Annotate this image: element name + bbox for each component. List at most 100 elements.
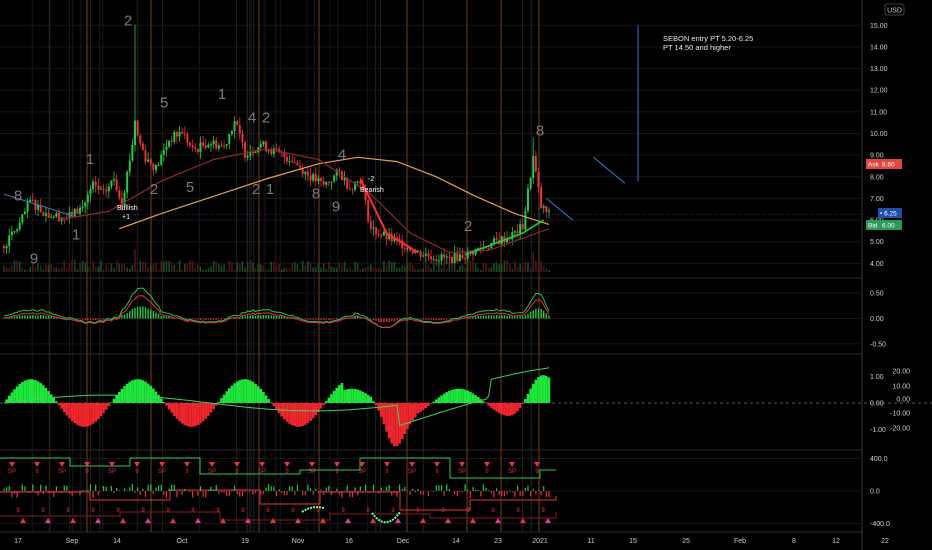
price-tick-label: 11.00 [870, 109, 887, 116]
osc2-histogram-bar [366, 394, 370, 403]
signal-histogram-bar [354, 487, 356, 491]
candle-body [147, 159, 150, 162]
candle-body [37, 205, 40, 210]
price-tick-label: 8.00 [870, 174, 884, 181]
volume-bar [459, 265, 461, 272]
osc2-histogram-bar [175, 403, 179, 419]
candle-body [445, 256, 448, 258]
osc1-histogram-bar [427, 318, 430, 320]
td-count-top: 1 [86, 151, 94, 168]
osc1-histogram-bar [265, 315, 267, 319]
candle-body [128, 160, 131, 172]
volume-bar [142, 261, 144, 272]
candle-body [440, 254, 443, 261]
osc2-histogram-bar [123, 386, 126, 403]
osc1-histogram-bar [474, 316, 477, 319]
osc2-right-tick-label: 0.00 [896, 397, 910, 404]
osc2-histogram-bar [62, 403, 66, 413]
candle-body [545, 206, 548, 212]
signal-histogram-bar [401, 488, 403, 491]
candle-body [97, 185, 100, 190]
osc2-histogram-bar [445, 392, 449, 403]
signal-histogram-bar [296, 484, 299, 491]
candle-body [427, 253, 430, 257]
osc1-histogram-bar [252, 315, 254, 319]
signal-marker-text: SP [458, 469, 466, 475]
volume-bar [414, 268, 417, 272]
signal-histogram-bar [265, 487, 267, 491]
td-count-bottom: 1 [72, 227, 80, 244]
volume-bar [482, 262, 485, 272]
signal-histogram-bar [357, 491, 359, 496]
candle-body [3, 246, 5, 249]
bearish-label: Bearish [360, 187, 384, 194]
chart-canvas[interactable]: 812514 248912 5 2 1 892 SP999SP999SP999SP999S… [0, 0, 932, 550]
osc2-histogram-bar [285, 403, 289, 422]
candle-body [165, 146, 168, 151]
signal-histogram-bar [469, 491, 471, 498]
osc1-histogram-bar [498, 315, 500, 319]
signal-histogram-bar [197, 491, 199, 496]
time-tick-label: 12 [832, 538, 840, 545]
osc1-histogram-bar [32, 314, 34, 319]
candle-body [204, 145, 207, 148]
candle-body [424, 253, 427, 256]
osc2-histogram-bar [110, 402, 113, 403]
candle-body [173, 132, 176, 142]
bearish-sub: -2 [368, 176, 374, 183]
signal-histogram-bar [543, 486, 545, 491]
candle-body [94, 181, 97, 186]
osc2-histogram-bar [173, 403, 176, 416]
osc2-left-tick-label: 0.00 [870, 401, 884, 408]
osc1-histogram-bar [215, 318, 217, 320]
osc2-histogram-bar [537, 376, 540, 403]
volume-bar [532, 252, 535, 272]
candle-body [8, 235, 11, 247]
osc1-histogram-bar [19, 315, 21, 319]
signal-histogram-bar [524, 488, 526, 491]
volume-bar [375, 268, 377, 272]
td-count-top: 2 [124, 12, 132, 29]
osc2-histogram-bar [309, 403, 312, 421]
signal-histogram-bar [102, 486, 105, 491]
volume-bar [514, 261, 516, 272]
candle-body [338, 170, 341, 172]
signal-histogram-bar [440, 485, 443, 491]
volume-bar [102, 269, 105, 272]
osc2-histogram-bar [437, 397, 441, 403]
candle-body [343, 177, 346, 181]
osc2-histogram-bar [102, 403, 105, 414]
candle-body [285, 156, 288, 162]
volume-bar [466, 263, 469, 272]
candle-body [456, 252, 459, 262]
osc1-histogram-bar [398, 318, 401, 320]
osc2-histogram-bar [429, 403, 433, 404]
osc2-histogram-bar [476, 397, 480, 403]
volume-bar [409, 262, 411, 272]
osc1-histogram-bar [325, 318, 327, 320]
candle-body [419, 250, 422, 257]
signal-histogram-bar [435, 485, 437, 491]
candle-body [16, 229, 19, 232]
osc2-histogram-bar [254, 383, 257, 403]
signal-histogram-bar [63, 485, 65, 491]
osc2-histogram-bar [47, 391, 50, 403]
osc1-histogram-bar [89, 318, 92, 320]
signal-histogram-bar [548, 491, 550, 498]
currency-badge[interactable]: USD [884, 3, 905, 16]
signal-histogram-bar [472, 487, 474, 491]
price-tick-label: 7.00 [870, 196, 884, 203]
signal-histogram-bar [545, 491, 547, 497]
signal-histogram-bar [509, 490, 511, 491]
osc2-histogram-bar [21, 382, 24, 403]
osc2-histogram-bar [39, 383, 42, 403]
candle-body [296, 162, 299, 166]
signal-histogram-bar [299, 490, 301, 491]
volume-bar [343, 261, 346, 272]
osc1-tick-label: 0.00 [870, 316, 884, 323]
signal-histogram-bar [370, 491, 372, 493]
signal-histogram-bar [131, 484, 133, 491]
signal-histogram-bar [372, 484, 375, 491]
osc2-histogram-bar [450, 389, 454, 403]
signal-marker-text: SP [108, 469, 116, 475]
